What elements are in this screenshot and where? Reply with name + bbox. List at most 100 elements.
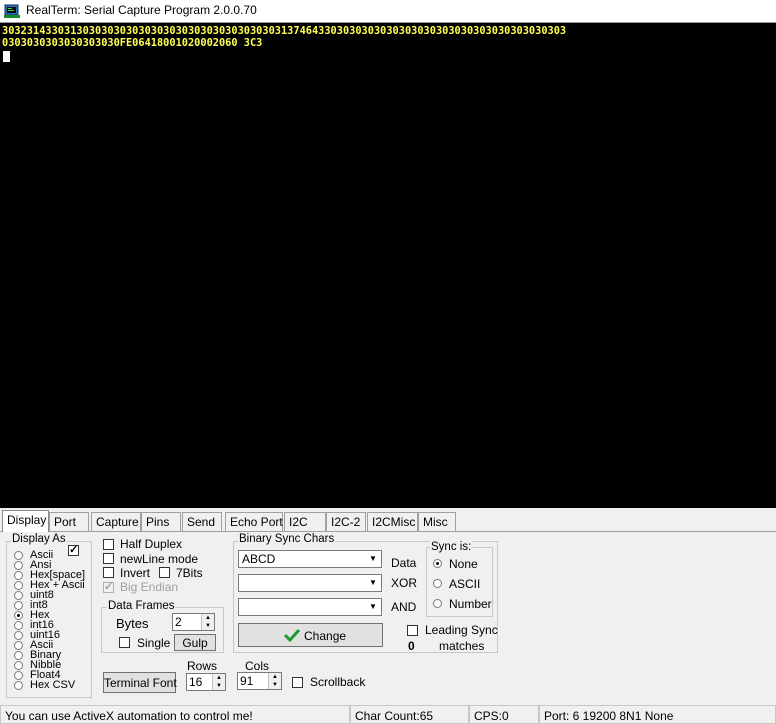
single-checkbox[interactable] (119, 637, 130, 648)
terminal-output[interactable]: 3032314330313030303030303030303030303030… (0, 22, 776, 508)
bytes-spin-buttons[interactable]: ▲ ▼ (201, 614, 214, 630)
sync-data-combo[interactable]: ABCD ▼ (238, 550, 382, 568)
sync-none-label: None (449, 557, 478, 571)
tab-display[interactable]: Display (2, 510, 49, 532)
sync-is-label: Sync is: (430, 541, 473, 553)
status-bar: You can use ActiveX automation to contro… (0, 703, 776, 724)
status-char-count: Char Count:65 (350, 705, 469, 724)
spin-up-icon[interactable]: ▲ (213, 674, 225, 682)
status-cps: CPS:0 (469, 705, 539, 724)
realterm-app-icon (4, 4, 20, 18)
sync-ascii-radio[interactable] (433, 579, 442, 588)
chevron-down-icon[interactable]: ▼ (366, 600, 380, 614)
sync-none-radio[interactable] (433, 559, 442, 568)
spin-up-icon[interactable]: ▲ (202, 614, 214, 622)
big-endian-label: Big Endian (120, 580, 179, 594)
invert-checkbox[interactable] (103, 567, 114, 578)
radio-uint16[interactable] (14, 631, 23, 640)
sync-number-radio[interactable] (433, 599, 442, 608)
data-frames-label: Data Frames (107, 600, 176, 612)
cols-spinner[interactable]: 91 ▲ ▼ (237, 672, 282, 690)
tab-port[interactable]: Port (49, 512, 89, 531)
matches-label: matches (439, 639, 485, 653)
tab-i2c[interactable]: I2C (284, 512, 326, 531)
sync-data-value: ABCD (242, 552, 276, 566)
big-endian-checkbox[interactable] (103, 580, 114, 593)
scrollback-checkbox[interactable] (292, 677, 303, 688)
radio-uint8[interactable] (14, 591, 23, 600)
radio-hex[interactable] (14, 611, 23, 620)
gulp-button[interactable]: Gulp (174, 634, 216, 651)
chevron-down-icon[interactable]: ▼ (366, 576, 380, 590)
radio-ansi[interactable] (14, 561, 23, 570)
radio-binary[interactable] (14, 651, 23, 660)
tab-i2cmisc[interactable]: I2CMisc (367, 512, 418, 531)
leading-sync-checkbox[interactable] (407, 625, 418, 636)
terminal-line: 3032314330313030303030303030303030303030… (2, 25, 567, 37)
and-label: AND (391, 600, 417, 614)
cols-value: 91 (240, 674, 254, 688)
checkmark-icon (284, 628, 300, 642)
tab-pins[interactable]: Pins (141, 512, 181, 531)
matches-count: 0 (408, 639, 415, 653)
bytes-value: 2 (175, 615, 182, 629)
radio-int16[interactable] (14, 621, 23, 630)
display-as-checkbox[interactable] (68, 543, 79, 556)
tab-i2c-2[interactable]: I2C-2 (326, 512, 366, 531)
radio-ascii[interactable] (14, 551, 23, 560)
radio-hex-space[interactable] (14, 571, 23, 580)
chevron-down-icon[interactable]: ▼ (366, 552, 380, 566)
display-tab-panel: Display As Ascii Ansi Hex[space] Hex + A… (0, 531, 776, 704)
rows-label: Rows (187, 659, 218, 673)
invert-label: Invert (120, 566, 151, 580)
change-button[interactable]: Change (238, 623, 383, 647)
radio-float4[interactable] (14, 671, 23, 680)
half-duplex-checkbox[interactable] (103, 539, 114, 550)
rows-spinner[interactable]: 16 ▲ ▼ (186, 673, 226, 691)
status-port: Port: 6 19200 8N1 None (539, 705, 776, 724)
terminal-cursor (3, 51, 10, 62)
radio-ascii-2[interactable] (14, 641, 23, 650)
status-message: You can use ActiveX automation to contro… (0, 705, 350, 724)
tab-capture[interactable]: Capture (91, 512, 141, 531)
display-as-label: Display As (11, 533, 67, 545)
tab-misc[interactable]: Misc (418, 512, 456, 531)
newline-mode-label: newLine mode (120, 552, 199, 566)
terminal-font-button[interactable]: Terminal Font (103, 672, 177, 693)
binary-sync-label: Binary Sync Chars (238, 533, 336, 545)
radio-nibble[interactable] (14, 661, 23, 670)
rows-value: 16 (189, 675, 203, 689)
window-title: RealTerm: Serial Capture Program 2.0.0.7… (26, 3, 257, 17)
cols-spin-buttons[interactable]: ▲ ▼ (268, 673, 281, 689)
tab-echo-port[interactable]: Echo Port (225, 512, 283, 531)
bytes-spinner[interactable]: 2 ▲ ▼ (172, 613, 215, 631)
sync-and-combo[interactable]: ▼ (238, 598, 382, 616)
radio-int8[interactable] (14, 601, 23, 610)
radio-hex-ascii[interactable] (14, 581, 23, 590)
spin-down-icon[interactable]: ▼ (213, 682, 225, 690)
cols-label: Cols (245, 659, 270, 673)
sync-ascii-label: ASCII (449, 577, 481, 591)
tab-send[interactable]: Send (182, 512, 222, 531)
data-label: Data (391, 556, 417, 570)
tab-strip: Display Port Capture Pins Send Echo Port… (0, 510, 776, 532)
title-bar[interactable]: RealTerm: Serial Capture Program 2.0.0.7… (0, 0, 776, 22)
half-duplex-label: Half Duplex (120, 537, 183, 551)
rows-spin-buttons[interactable]: ▲ ▼ (212, 674, 225, 690)
newline-mode-checkbox[interactable] (103, 553, 114, 564)
bytes-label: Bytes (116, 616, 149, 631)
seven-bits-checkbox[interactable] (159, 567, 170, 578)
spin-down-icon[interactable]: ▼ (269, 681, 281, 689)
single-label: Single (137, 636, 171, 650)
sync-number-label: Number (449, 597, 492, 611)
spin-up-icon[interactable]: ▲ (269, 673, 281, 681)
sync-xor-combo[interactable]: ▼ (238, 574, 382, 592)
change-label: Change (304, 629, 347, 643)
radio-hex-csv[interactable] (14, 681, 23, 690)
spin-down-icon[interactable]: ▼ (202, 622, 214, 630)
seven-bits-label: 7Bits (176, 566, 203, 580)
leading-sync-label: Leading Sync (425, 623, 498, 637)
terminal-line: 0303030303030303030FE06418001020002060 3… (2, 37, 263, 49)
radio-label: Hex CSV (30, 679, 76, 691)
xor-label: XOR (391, 576, 418, 590)
